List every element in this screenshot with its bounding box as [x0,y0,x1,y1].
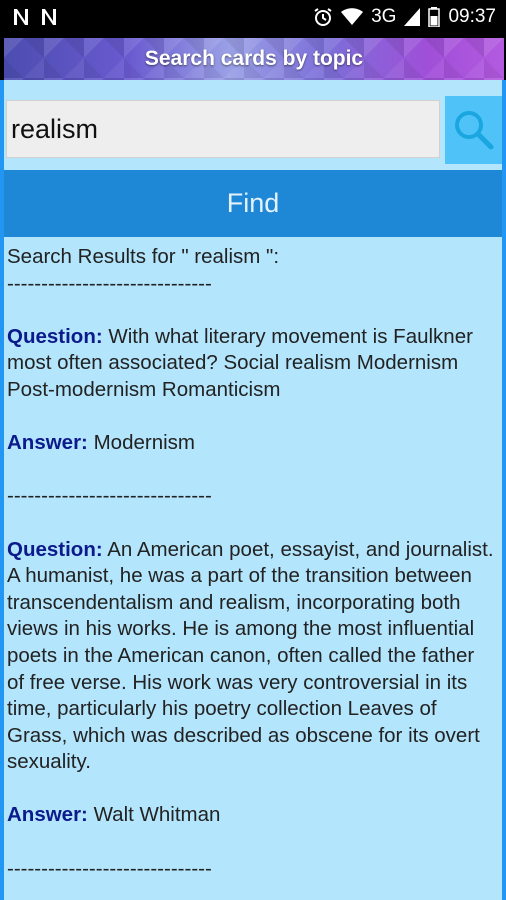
divider: ------------------------------ [7,856,212,880]
status-icons: 3G 09:37 [313,6,496,28]
search-results: Search Results for " realism ": --------… [7,244,497,882]
notification-icons [12,7,58,27]
clock: 09:37 [448,6,496,27]
battery-icon [428,7,441,27]
question-body: An American poet, essayist, and journali… [7,537,494,774]
wifi-icon [341,8,364,25]
question-label: Question: [7,324,103,348]
network-type: 3G [371,6,397,27]
question-text: Question: An American poet, essayist, an… [7,537,497,776]
answer-text: Answer: Walt Whitman [7,802,497,829]
alarm-icon [314,8,332,26]
title-banner: Search cards by topic [4,38,504,80]
divider: ------------------------------ [7,484,212,508]
answer-label: Answer: [7,803,88,827]
question-label: Question: [7,537,103,561]
results-heading: Search Results for " realism ": [7,245,280,268]
signal-icon [404,8,421,26]
search-input[interactable]: realism [6,100,440,158]
search-row: realism [4,96,502,164]
page-title: Search cards by topic [144,47,364,70]
search-icon [454,111,493,150]
answer-text: Answer: Modernism [7,430,497,457]
search-button[interactable] [445,96,502,164]
n-notification-icon [42,9,56,25]
answer-body: Walt Whitman [87,803,221,827]
answer-body: Modernism [87,431,195,455]
divider: ------------------------------ [7,271,212,295]
status-bar: 3G 09:37 [0,0,506,36]
answer-label: Answer: [7,431,88,455]
n-notification-icon [14,9,28,25]
frame-border-right [502,80,506,900]
find-button[interactable]: Find [4,170,502,237]
question-text: Question: With what literary movement is… [7,324,497,404]
